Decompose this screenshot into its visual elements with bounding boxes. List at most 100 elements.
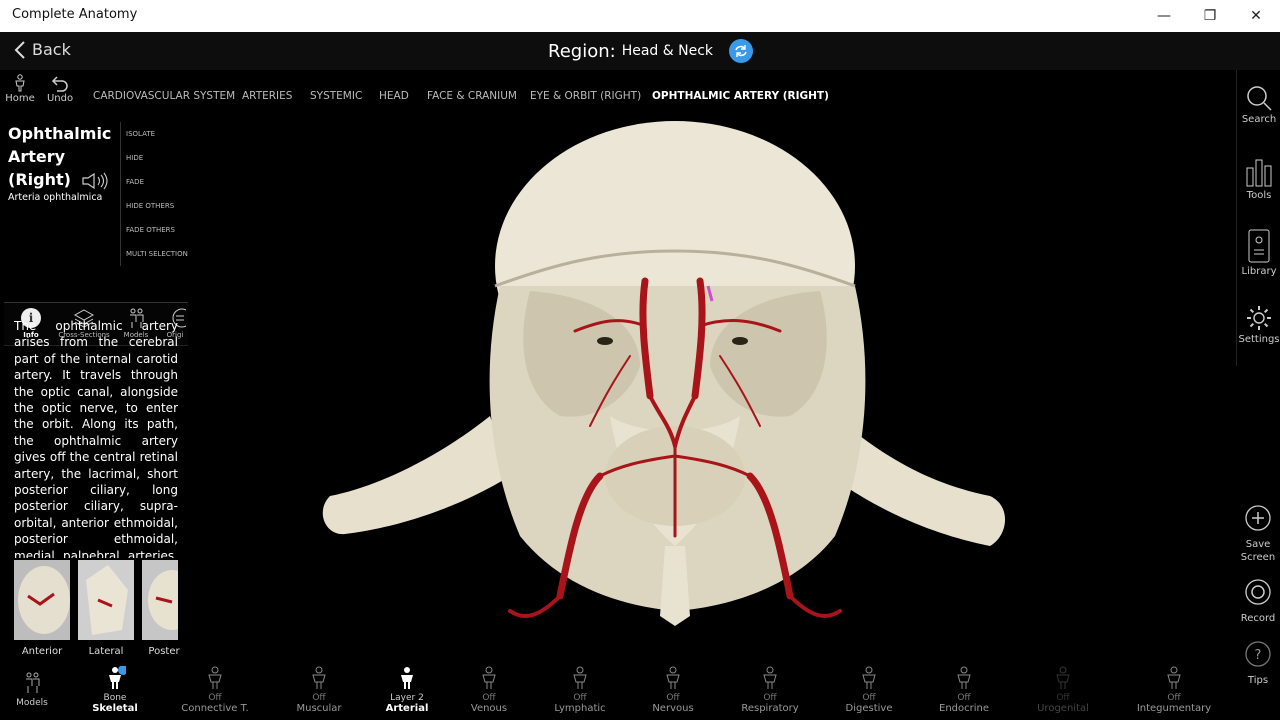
view-thumbnail-anterior[interactable] bbox=[14, 560, 70, 640]
respiratory-icon bbox=[763, 666, 777, 689]
window-titlebar: Complete Anatomy — ❐ ✕ bbox=[0, 0, 1280, 32]
venous-icon bbox=[482, 666, 496, 689]
system-name: Arterial bbox=[385, 703, 429, 714]
system-state: Bone bbox=[103, 693, 127, 703]
system-state: Off bbox=[1056, 693, 1070, 703]
back-label: Back bbox=[32, 40, 71, 59]
tools-button[interactable]: Tools bbox=[1237, 156, 1280, 201]
tools-label: Tools bbox=[1246, 190, 1272, 201]
system-name: Lymphatic bbox=[554, 703, 606, 714]
library-icon bbox=[1248, 229, 1270, 263]
breadcrumb-current[interactable]: OPHTHALMIC ARTERY (RIGHT) bbox=[652, 90, 829, 102]
system-state: Off bbox=[482, 693, 496, 703]
view-thumbnails: Anterior Lateral Poster bbox=[14, 560, 184, 660]
system-nervous[interactable]: Off Nervous bbox=[628, 666, 718, 715]
lymphatic-icon bbox=[573, 666, 587, 689]
system-state: Off bbox=[1167, 693, 1181, 703]
system-urogenital[interactable]: Off Urogenital bbox=[1018, 666, 1108, 715]
view-thumbnail-lateral[interactable] bbox=[78, 560, 134, 640]
nervous-icon bbox=[666, 666, 680, 689]
system-state: Off bbox=[862, 693, 876, 703]
record-label: Record bbox=[1240, 613, 1276, 624]
breadcrumb: Home Undo CARDIOVASCULAR SYSTEM ARTERIES… bbox=[0, 70, 1236, 114]
visibility-actions: ISOLATE HIDE FADE HIDE OTHERS FADE OTHER… bbox=[120, 122, 190, 266]
structure-panel: Ophthalmic Artery (Right) Arteria ophtha… bbox=[0, 114, 190, 694]
breadcrumb-item[interactable]: HEAD bbox=[379, 90, 409, 102]
system-state: Off bbox=[957, 693, 971, 703]
latin-name: Arteria ophthalmica bbox=[8, 192, 103, 203]
structure-title: Ophthalmic Artery (Right) bbox=[8, 122, 120, 191]
search-icon bbox=[1247, 86, 1272, 111]
system-skeletal[interactable]: Bone Skeletal bbox=[70, 665, 160, 715]
top-bar: Back Region: Head & Neck bbox=[0, 32, 1280, 70]
save-screen-label: Save Screen bbox=[1240, 539, 1276, 563]
fade-action[interactable]: FADE bbox=[126, 170, 190, 194]
svg-text:?: ? bbox=[1255, 648, 1262, 663]
system-state: Off bbox=[666, 693, 680, 703]
person-icon bbox=[15, 74, 25, 92]
system-lymphatic[interactable]: Off Lymphatic bbox=[535, 666, 625, 715]
tools-icon bbox=[1246, 159, 1272, 187]
models-label: Models bbox=[16, 698, 48, 708]
isolate-action[interactable]: ISOLATE bbox=[126, 122, 190, 146]
system-state: Layer 2 bbox=[390, 693, 424, 703]
save-screen-button[interactable]: Save Screen bbox=[1236, 504, 1280, 564]
window-title: Complete Anatomy bbox=[12, 7, 138, 22]
home-button[interactable]: Home bbox=[0, 74, 40, 104]
breadcrumb-item[interactable]: FACE & CRANIUM bbox=[427, 90, 517, 102]
system-integumentary[interactable]: Off Integumentary bbox=[1129, 666, 1219, 715]
help-icon: ? bbox=[1245, 641, 1271, 667]
breadcrumb-item[interactable]: CARDIOVASCULAR SYSTEM bbox=[93, 90, 235, 102]
breadcrumb-item[interactable]: SYSTEMIC bbox=[310, 90, 362, 102]
system-name: Skeletal bbox=[92, 703, 138, 714]
hide-action[interactable]: HIDE bbox=[126, 146, 190, 170]
speaker-icon[interactable] bbox=[81, 172, 109, 190]
system-arterial[interactable]: Layer 2 Arterial bbox=[362, 666, 452, 715]
skeleton-icon bbox=[109, 665, 128, 689]
models-button[interactable]: Models bbox=[0, 670, 77, 709]
region-selector[interactable]: Region: Head & Neck bbox=[548, 39, 754, 63]
system-respiratory[interactable]: Off Respiratory bbox=[725, 666, 815, 715]
system-digestive[interactable]: Off Digestive bbox=[824, 666, 914, 715]
multi-selection-action[interactable]: MULTI SELECTION bbox=[126, 242, 190, 266]
endocrine-icon bbox=[957, 666, 971, 689]
minimize-button[interactable]: — bbox=[1141, 0, 1187, 32]
system-name: Connective T. bbox=[181, 703, 249, 714]
system-venous[interactable]: Off Venous bbox=[444, 666, 534, 715]
muscle-icon bbox=[312, 666, 326, 689]
view-label-posterior: Poster bbox=[148, 646, 180, 657]
settings-button[interactable]: Settings bbox=[1237, 304, 1280, 345]
view-label-lateral: Lateral bbox=[88, 646, 124, 657]
systems-bar: Models Bone Skeletal Off Connective T. O… bbox=[0, 662, 1236, 720]
restore-button[interactable]: ❐ bbox=[1187, 0, 1233, 32]
view-thumbnail-posterior[interactable] bbox=[142, 560, 178, 640]
back-button[interactable]: Back bbox=[14, 40, 71, 59]
view-label-anterior: Anterior bbox=[21, 646, 63, 657]
system-name: Endocrine bbox=[939, 703, 989, 714]
breadcrumb-item[interactable]: EYE & ORBIT (RIGHT) bbox=[530, 90, 641, 102]
anatomy-viewport[interactable] bbox=[300, 116, 1020, 636]
search-button[interactable]: Search bbox=[1237, 84, 1280, 125]
fade-others-action[interactable]: FADE OTHERS bbox=[126, 218, 190, 242]
tips-button[interactable]: ? Tips bbox=[1236, 640, 1280, 687]
breadcrumb-item[interactable]: ARTERIES bbox=[242, 90, 292, 102]
info-description: The ophthalmic artery arises from the ce… bbox=[14, 319, 178, 558]
undo-button[interactable]: Undo bbox=[40, 74, 80, 104]
system-connective[interactable]: Off Connective T. bbox=[170, 666, 260, 715]
record-icon bbox=[1245, 579, 1271, 605]
close-button[interactable]: ✕ bbox=[1233, 0, 1279, 32]
system-name: Digestive bbox=[845, 703, 893, 714]
record-button[interactable]: Record bbox=[1236, 578, 1280, 625]
search-label: Search bbox=[1241, 114, 1277, 125]
connective-tissue-icon bbox=[208, 666, 222, 689]
region-value: Head & Neck bbox=[621, 43, 714, 59]
system-state: Off bbox=[312, 693, 326, 703]
sync-icon[interactable] bbox=[729, 39, 754, 63]
system-name: Integumentary bbox=[1136, 703, 1212, 714]
system-muscular[interactable]: Off Muscular bbox=[274, 666, 364, 715]
system-endocrine[interactable]: Off Endocrine bbox=[919, 666, 1009, 715]
digestive-icon bbox=[862, 666, 876, 689]
hide-others-action[interactable]: HIDE OTHERS bbox=[126, 194, 190, 218]
system-state: Off bbox=[573, 693, 587, 703]
library-button[interactable]: Library bbox=[1237, 228, 1280, 277]
